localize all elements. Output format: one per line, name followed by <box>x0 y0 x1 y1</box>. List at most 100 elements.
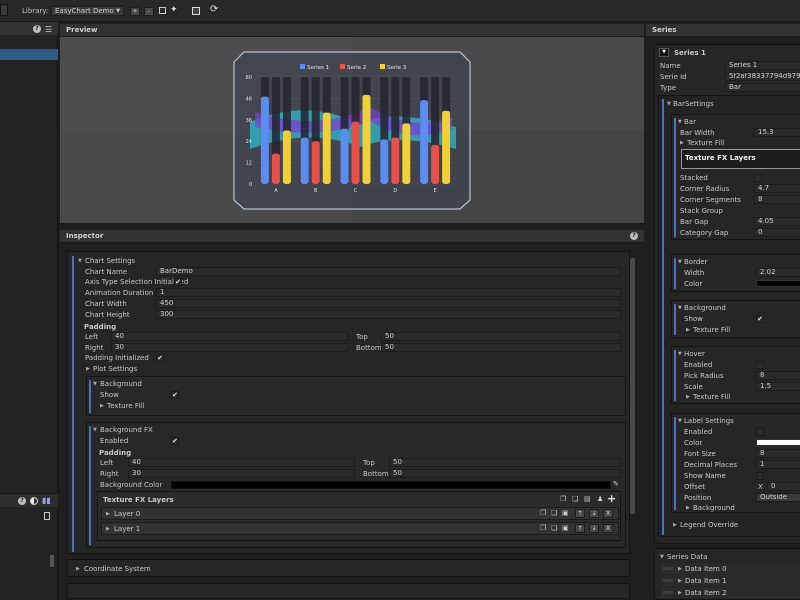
expand-icon[interactable]: ▼ <box>678 418 682 424</box>
bar-header[interactable]: Bar <box>684 118 696 126</box>
bar-settings-header[interactable]: BarSettings <box>673 100 714 108</box>
bgfx-right-field[interactable]: 30 <box>128 469 355 478</box>
expand-icon[interactable]: ▼ <box>660 554 664 560</box>
font-size-field[interactable]: 8 <box>756 449 800 458</box>
chart-height-field[interactable]: 300 <box>156 310 621 319</box>
expand-icon[interactable]: ▼ <box>667 101 671 107</box>
padding-top-field[interactable]: 50 <box>381 332 621 341</box>
bar-chart-icon[interactable]: ▮▮ <box>42 496 51 505</box>
clipboard-icon[interactable]: ▤ <box>584 495 591 503</box>
list-item[interactable]: ▶ Data Item 1 <box>661 575 800 586</box>
border-width-field[interactable]: 2.02 <box>756 268 800 277</box>
series-type-select[interactable]: Bar <box>725 83 800 92</box>
padding-init-checkbox[interactable]: ✔ <box>156 354 164 362</box>
series-data-header[interactable]: Series Data <box>667 553 707 561</box>
collapse-icon[interactable]: ▶ <box>76 566 80 572</box>
anim-duration-field[interactable]: 1 <box>156 288 621 297</box>
magic-wand-icon[interactable]: ✦ <box>170 5 178 15</box>
collapse-arrow-button[interactable]: ▼ <box>659 48 669 57</box>
copy-icon[interactable]: ❐ <box>560 495 566 503</box>
expand-icon[interactable]: ▼ <box>78 258 82 264</box>
collapse-icon[interactable]: ▶ <box>680 140 684 146</box>
drag-handle-icon[interactable] <box>663 591 673 594</box>
chart-settings-header[interactable]: Chart Settings <box>85 257 135 265</box>
eyedropper-icon[interactable]: ✎ <box>613 480 619 488</box>
expand-icon[interactable]: ▼ <box>93 381 97 387</box>
hover-header[interactable]: Hover <box>684 350 705 358</box>
help-icon[interactable]: ? <box>630 232 638 240</box>
paste-icon[interactable]: ❏ <box>551 509 557 517</box>
series-name-field[interactable]: Series 1 <box>725 61 800 70</box>
refresh-icon[interactable]: ⟳ <box>210 4 218 15</box>
corner-radius-field[interactable]: 4.7 <box>754 184 800 193</box>
padding-left-field[interactable]: 40 <box>111 332 348 341</box>
paste-icon[interactable]: ❏ <box>551 524 557 532</box>
bgfx-top-field[interactable]: 50 <box>389 458 621 467</box>
collapse-icon[interactable]: ▶ <box>686 505 690 511</box>
padding-bottom-field[interactable]: 50 <box>381 343 621 352</box>
bgfx-left-field[interactable]: 40 <box>128 458 355 467</box>
border-header[interactable]: Border <box>684 258 707 266</box>
collapse-icon[interactable]: ▶ <box>100 403 104 409</box>
category-gap-field[interactable]: 0 <box>754 228 800 237</box>
chart-name-field[interactable]: BarDemo <box>156 267 621 276</box>
move-up-button[interactable]: ↑ <box>575 524 585 533</box>
add-layer-icon[interactable]: + <box>607 492 616 505</box>
copy-icon[interactable]: ❐ <box>540 524 546 532</box>
axis-init-checkbox[interactable]: ✔ <box>174 278 182 286</box>
collapse-icon[interactable]: ▶ <box>686 327 690 333</box>
delete-layer-button[interactable]: X <box>603 509 613 518</box>
copy-icon[interactable]: ❐ <box>540 509 546 517</box>
collapse-icon[interactable]: ▶ <box>678 566 682 572</box>
collapsed-section-box[interactable] <box>67 583 630 599</box>
contrast-icon[interactable] <box>30 497 38 505</box>
list-icon[interactable]: ☰ <box>45 25 52 34</box>
expand-icon[interactable]: ▼ <box>678 305 682 311</box>
duplicate-icon[interactable]: ▣ <box>562 509 569 517</box>
background-header[interactable]: Background <box>100 380 142 388</box>
collapse-icon[interactable]: ▶ <box>106 526 110 532</box>
label-enabled-checkbox[interactable] <box>756 428 764 436</box>
collapse-icon[interactable]: ▶ <box>673 522 677 528</box>
series-1-header[interactable]: Series 1 <box>674 49 706 57</box>
delete-layer-button[interactable]: X <box>603 524 613 533</box>
corner-segments-field[interactable]: 8 <box>754 195 800 204</box>
drag-handle-icon[interactable] <box>663 579 673 582</box>
window-menu-button[interactable] <box>0 4 8 16</box>
decimal-places-field[interactable]: 1 <box>756 460 800 469</box>
expand-icon[interactable]: ▼ <box>678 351 682 357</box>
offset-x-field[interactable]: 0 <box>767 482 800 491</box>
background-header[interactable]: Background <box>684 304 726 312</box>
expand-icon[interactable]: ▼ <box>678 119 682 125</box>
list-item[interactable]: ▶ Data Item 2 <box>661 587 800 598</box>
list-item[interactable]: ▶ Data Item 0 <box>661 563 800 574</box>
duplicate-icon[interactable] <box>159 7 166 14</box>
chart-width-field[interactable]: 450 <box>156 299 621 308</box>
remove-library-button[interactable]: - <box>144 7 154 16</box>
move-down-button[interactable]: ↓ <box>589 509 599 518</box>
expand-icon[interactable]: ▼ <box>93 427 97 433</box>
plot-settings-header[interactable]: Plot Settings <box>93 365 137 373</box>
hover-scale-field[interactable]: 1.5 <box>756 382 800 391</box>
background-fx-header[interactable]: Background FX <box>100 426 153 434</box>
legend-override-header[interactable]: Legend Override <box>680 521 738 529</box>
stacked-checkbox[interactable] <box>754 174 762 182</box>
duplicate-icon[interactable]: ▣ <box>562 524 569 532</box>
inspector-scrollbar[interactable] <box>630 258 635 514</box>
show-name-checkbox[interactable] <box>756 472 764 480</box>
left-scrollbar[interactable] <box>50 555 54 567</box>
layer-row[interactable]: ▶ Layer 0 ❐ ❏ ▣ ↑ ↓ X <box>101 507 619 520</box>
save-icon[interactable] <box>192 7 200 15</box>
bgfx-color-swatch[interactable] <box>171 481 611 489</box>
background-header[interactable]: Background <box>693 504 735 512</box>
position-select[interactable]: Outside <box>756 493 800 502</box>
serie-id-field[interactable]: 5f2af38337794d9798bb <box>725 72 800 81</box>
collapse-icon[interactable]: ▶ <box>678 578 682 584</box>
label-settings-header[interactable]: Label Settings <box>684 417 734 425</box>
layer-row[interactable]: ▶ Layer 1 ❐ ❏ ▣ ↑ ↓ X <box>101 522 619 535</box>
background-show-checkbox[interactable]: ✔ <box>171 391 179 399</box>
bar-gap-field[interactable]: 4.05 <box>754 217 800 226</box>
document-icon[interactable] <box>44 512 50 520</box>
coordinate-system-header[interactable]: Coordinate System <box>84 565 151 573</box>
collapse-icon[interactable]: ▶ <box>86 366 90 372</box>
